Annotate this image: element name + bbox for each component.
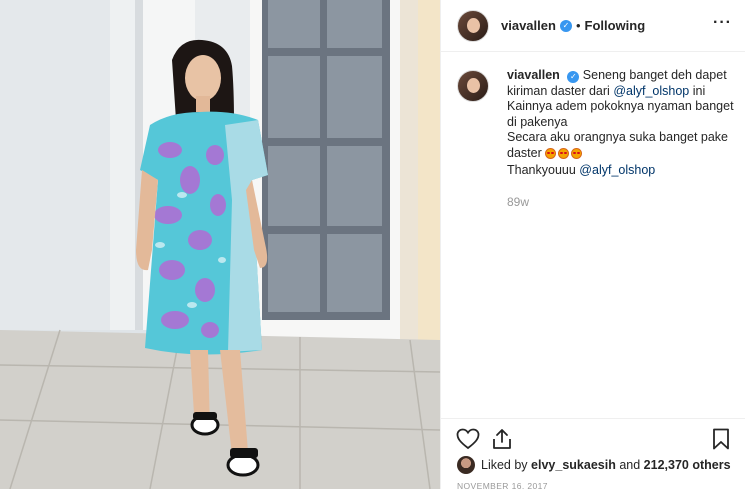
mention-link[interactable]: @alyf_olshop [613, 84, 689, 98]
star-struck-emoji-icon [571, 147, 583, 159]
emoji-group [545, 147, 584, 164]
likes-prefix: Liked by [481, 458, 528, 472]
liker-username[interactable]: elvy_sukaesih [531, 458, 616, 472]
caption-comment: viavallen ✓ Seneng banget deh dapet kiri… [457, 68, 737, 210]
caption-username[interactable]: viavallen [507, 68, 560, 82]
caption-text: viavallen ✓ Seneng banget deh dapet kiri… [507, 68, 737, 210]
star-struck-emoji-icon [558, 147, 570, 159]
likes-count[interactable]: 212,370 others [644, 458, 731, 472]
more-options-icon[interactable]: ··· [713, 14, 732, 32]
caption-line3: Secara aku orangnya suka banget pake das… [507, 130, 728, 160]
caption-line4: Thankyouuu [507, 163, 576, 177]
post-header: viavallen ✓ • Following ··· [441, 0, 745, 52]
action-bar [441, 418, 745, 458]
caption-avatar[interactable] [457, 70, 489, 102]
liker-avatar[interactable] [457, 456, 475, 474]
likes-summary: Liked by elvy_sukaesih and 212,370 other… [457, 456, 731, 474]
header-separator: • [575, 18, 581, 33]
post-details-panel: viavallen ✓ • Following ··· viavallen ✓ … [440, 0, 745, 489]
heart-icon[interactable] [456, 428, 480, 450]
likes-middle: and [619, 458, 641, 472]
verified-badge-icon: ✓ [567, 71, 580, 83]
post-photo[interactable] [0, 0, 440, 489]
caption-line2: Kainnya adem pokoknya nyaman banget di p… [507, 99, 734, 129]
bookmark-icon[interactable] [712, 428, 730, 450]
mention-link[interactable]: @alyf_olshop [579, 163, 655, 177]
star-struck-emoji-icon [545, 147, 557, 159]
share-icon[interactable] [491, 428, 513, 450]
verified-badge-icon: ✓ [559, 19, 572, 32]
profile-avatar[interactable] [457, 9, 489, 42]
comment-timestamp[interactable]: 89w [507, 195, 737, 211]
header-username[interactable]: viavallen [501, 18, 556, 33]
caption-line1-tail: ini [692, 83, 706, 98]
post-image [0, 0, 440, 489]
following-button[interactable]: Following [585, 18, 646, 33]
post-date[interactable]: NOVEMBER 16, 2017 [457, 481, 548, 489]
